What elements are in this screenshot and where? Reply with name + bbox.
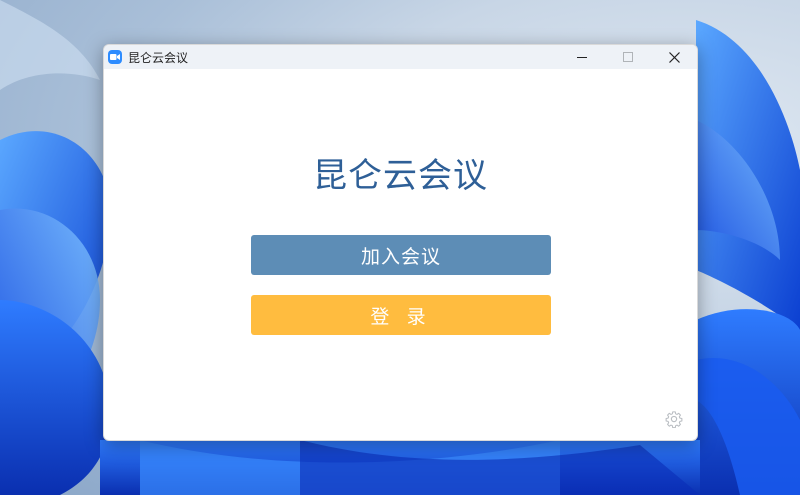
maximize-icon — [623, 52, 633, 62]
maximize-button[interactable] — [605, 45, 651, 69]
minimize-icon — [577, 57, 587, 58]
close-icon — [668, 51, 680, 63]
window-title: 昆仑云会议 — [128, 50, 189, 65]
gear-icon[interactable] — [665, 410, 683, 429]
window-controls — [559, 45, 697, 69]
login-button[interactable]: 登 录 — [251, 295, 551, 335]
title-bar[interactable]: 昆仑云会议 — [104, 45, 697, 69]
app-window: 昆仑云会议 昆仑云会议 加入会议 登 录 — [103, 44, 698, 441]
video-camera-icon — [108, 50, 122, 64]
app-main-title: 昆仑云会议 — [313, 157, 488, 195]
minimize-button[interactable] — [559, 45, 605, 69]
join-meeting-button[interactable]: 加入会议 — [251, 235, 551, 275]
close-button[interactable] — [651, 45, 697, 69]
